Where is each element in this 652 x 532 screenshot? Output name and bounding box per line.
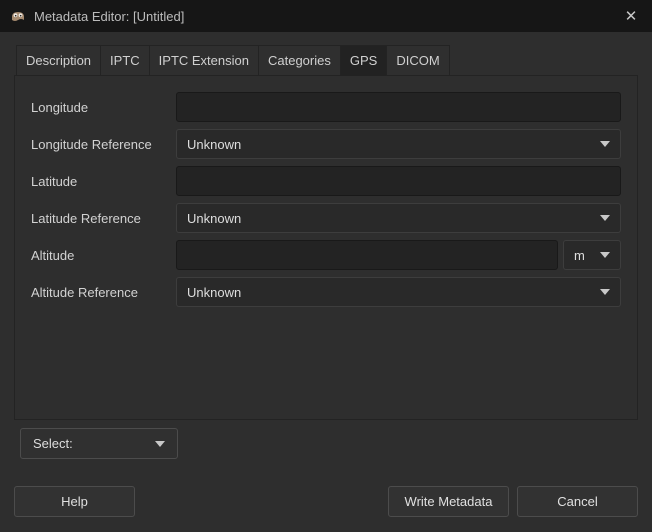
latitude-label: Latitude <box>31 174 176 189</box>
longitude-reference-label: Longitude Reference <box>31 137 176 152</box>
tab-iptc-extension[interactable]: IPTC Extension <box>149 45 259 76</box>
chevron-down-icon <box>600 289 610 295</box>
window-title: Metadata Editor: [Untitled] <box>34 9 184 24</box>
cancel-button[interactable]: Cancel <box>517 486 638 517</box>
altitude-reference-dropdown[interactable]: Unknown <box>176 277 621 307</box>
chevron-down-icon <box>600 141 610 147</box>
latitude-reference-value: Unknown <box>187 211 241 226</box>
tab-description-label: Description <box>26 53 91 68</box>
select-dropdown[interactable]: Select: <box>20 428 178 459</box>
longitude-row: Longitude <box>31 92 621 122</box>
longitude-label: Longitude <box>31 100 176 115</box>
tab-dicom[interactable]: DICOM <box>386 45 449 76</box>
altitude-row: Altitude m <box>31 240 621 270</box>
tab-iptc-extension-label: IPTC Extension <box>159 53 249 68</box>
longitude-reference-row: Longitude Reference Unknown <box>31 129 621 159</box>
latitude-input[interactable] <box>176 166 621 196</box>
altitude-reference-value: Unknown <box>187 285 241 300</box>
tab-description[interactable]: Description <box>16 45 101 76</box>
chevron-down-icon <box>600 252 610 258</box>
gimp-wilber-icon <box>10 8 26 24</box>
select-dropdown-label: Select: <box>33 436 73 451</box>
latitude-reference-row: Latitude Reference Unknown <box>31 203 621 233</box>
tab-gps-label: GPS <box>350 53 377 68</box>
longitude-reference-value: Unknown <box>187 137 241 152</box>
altitude-unit-value: m <box>574 248 585 263</box>
latitude-reference-label: Latitude Reference <box>31 211 176 226</box>
tab-categories[interactable]: Categories <box>258 45 341 76</box>
titlebar[interactable]: Metadata Editor: [Untitled] ✕ <box>0 0 652 32</box>
close-icon[interactable]: ✕ <box>620 9 642 24</box>
altitude-input[interactable] <box>176 240 558 270</box>
chevron-down-icon <box>600 215 610 221</box>
altitude-reference-label: Altitude Reference <box>31 285 176 300</box>
tab-bar: Description IPTC IPTC Extension Categori… <box>16 45 450 76</box>
write-metadata-button[interactable]: Write Metadata <box>388 486 509 517</box>
altitude-unit-dropdown[interactable]: m <box>563 240 621 270</box>
longitude-input[interactable] <box>176 92 621 122</box>
tab-dicom-label: DICOM <box>396 53 439 68</box>
tab-gps[interactable]: GPS <box>340 45 387 76</box>
altitude-reference-row: Altitude Reference Unknown <box>31 277 621 307</box>
help-button[interactable]: Help <box>14 486 135 517</box>
tab-iptc-label: IPTC <box>110 53 140 68</box>
tab-categories-label: Categories <box>268 53 331 68</box>
chevron-down-icon <box>155 441 165 447</box>
latitude-row: Latitude <box>31 166 621 196</box>
tab-iptc[interactable]: IPTC <box>100 45 150 76</box>
longitude-reference-dropdown[interactable]: Unknown <box>176 129 621 159</box>
gps-panel: Longitude Longitude Reference Unknown La… <box>14 75 638 420</box>
altitude-label: Altitude <box>31 248 176 263</box>
latitude-reference-dropdown[interactable]: Unknown <box>176 203 621 233</box>
